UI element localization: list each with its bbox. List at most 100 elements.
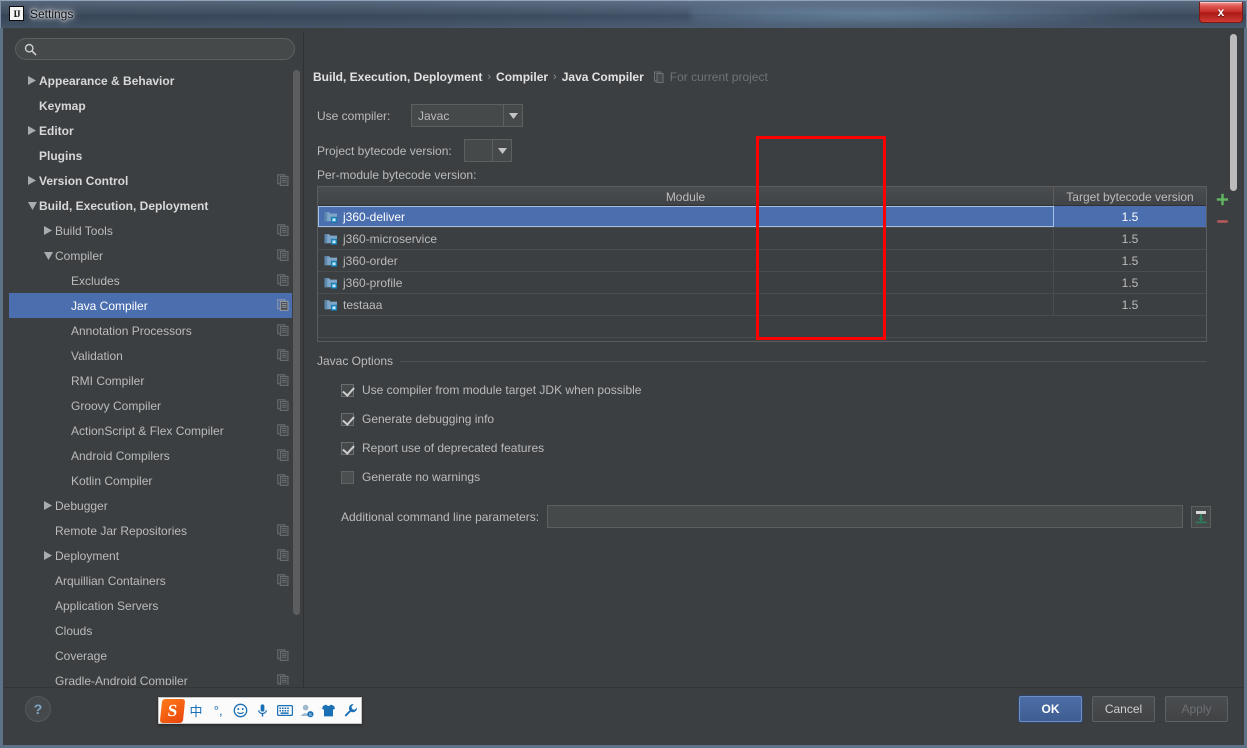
sidebar-item-plugins[interactable]: Plugins <box>9 143 301 168</box>
sidebar-item-version-control[interactable]: Version Control <box>9 168 301 193</box>
chevron-down-icon[interactable] <box>25 199 39 213</box>
chevron-down-icon[interactable] <box>41 249 55 263</box>
intellij-logo-icon: IJ <box>9 6 24 21</box>
sidebar-item-application-servers[interactable]: Application Servers <box>9 593 301 618</box>
aero-glow <box>691 3 1161 27</box>
sidebar-item-android-compilers[interactable]: Android Compilers <box>9 443 301 468</box>
cell-module[interactable]: testaaa <box>318 294 1054 315</box>
sidebar-item-coverage[interactable]: Coverage <box>9 643 301 668</box>
chevron-right-icon[interactable] <box>41 549 55 563</box>
checkbox-row[interactable]: Report use of deprecated features <box>341 441 544 455</box>
sidebar-scrollbar-thumb[interactable] <box>293 70 300 615</box>
table-row[interactable]: j360-profile 1.5 <box>318 272 1206 294</box>
project-config-icon <box>277 424 289 436</box>
sidebar-item-actionscript-flex-compiler[interactable]: ActionScript & Flex Compiler <box>9 418 301 443</box>
cell-module[interactable]: j360-order <box>318 250 1054 271</box>
use-compiler-select[interactable]: Javac <box>411 104 523 127</box>
help-button[interactable]: ? <box>25 696 51 722</box>
chevron-right-icon[interactable] <box>25 74 39 88</box>
project-config-icon <box>277 474 289 486</box>
cell-module[interactable]: j360-profile <box>318 272 1054 293</box>
skin-icon[interactable] <box>319 700 339 721</box>
sidebar-item-groovy-compiler[interactable]: Groovy Compiler <box>9 393 301 418</box>
checkbox-row[interactable]: Generate debugging info <box>341 412 494 426</box>
sidebar-item-build-tools[interactable]: Build Tools <box>9 218 301 243</box>
sidebar-item-keymap[interactable]: Keymap <box>9 93 301 118</box>
sidebar-item-java-compiler[interactable]: Java Compiler <box>9 293 301 318</box>
sidebar-item-arquillian-containers[interactable]: Arquillian Containers <box>9 568 301 593</box>
apply-button: Apply <box>1165 696 1228 722</box>
insert-macro-button[interactable] <box>1191 505 1212 528</box>
panel-scrollbar[interactable] <box>1228 32 1238 687</box>
sogou-logo-icon[interactable]: S <box>159 698 186 723</box>
breadcrumb-segment-2[interactable]: Compiler <box>496 70 548 84</box>
ime-toolbar[interactable]: S 中 °, S <box>158 697 362 724</box>
checkbox-row[interactable]: Generate no warnings <box>341 470 480 484</box>
checkbox-row[interactable]: Use compiler from module target JDK when… <box>341 383 641 397</box>
sidebar-item-kotlin-compiler[interactable]: Kotlin Compiler <box>9 468 301 493</box>
sidebar-item-deployment[interactable]: Deployment <box>9 543 301 568</box>
chevron-right-icon[interactable] <box>41 224 55 238</box>
chevron-right-icon[interactable] <box>25 174 39 188</box>
table-row[interactable]: testaaa 1.5 <box>318 294 1206 316</box>
ok-button[interactable]: OK <box>1019 696 1082 722</box>
search-input[interactable] <box>37 42 294 56</box>
module-icon <box>324 232 338 246</box>
column-header-target-bytecode[interactable]: Target bytecode version <box>1054 187 1206 206</box>
sidebar-item-appearance-behavior[interactable]: Appearance & Behavior <box>9 68 301 93</box>
sidebar-scrollbar[interactable] <box>292 68 301 685</box>
sidebar-item-build-execution-deployment[interactable]: Build, Execution, Deployment <box>9 193 301 218</box>
sidebar-splitter[interactable] <box>303 32 304 687</box>
chevron-down-icon[interactable] <box>492 140 511 161</box>
cell-target-bytecode[interactable]: 1.5 <box>1054 250 1206 271</box>
project-bytecode-select[interactable] <box>464 139 512 162</box>
cancel-button[interactable]: Cancel <box>1092 696 1155 722</box>
sidebar-item-annotation-processors[interactable]: Annotation Processors <box>9 318 301 343</box>
checkbox-unchecked-icon[interactable] <box>341 470 354 484</box>
javac-options-title: Javac Options <box>317 354 394 368</box>
breadcrumb-segment-3[interactable]: Java Compiler <box>562 70 644 84</box>
user-icon[interactable]: S <box>297 700 317 721</box>
wrench-icon[interactable] <box>341 700 361 721</box>
cell-target-bytecode[interactable]: 1.5 <box>1054 272 1206 293</box>
chevron-right-icon[interactable] <box>41 499 55 513</box>
cell-module[interactable]: j360-microservice <box>318 228 1054 249</box>
breadcrumb-segment-1[interactable]: Build, Execution, Deployment <box>313 70 482 84</box>
additional-params-input[interactable] <box>547 505 1184 528</box>
table-row[interactable]: j360-order 1.5 <box>318 250 1206 272</box>
sidebar-item-compiler[interactable]: Compiler <box>9 243 301 268</box>
panel-scrollbar-thumb[interactable] <box>1230 34 1237 191</box>
sidebar-item-clouds[interactable]: Clouds <box>9 618 301 643</box>
sidebar-item-rmi-compiler[interactable]: RMI Compiler <box>9 368 301 393</box>
sidebar-item-remote-jar-repositories[interactable]: Remote Jar Repositories <box>9 518 301 543</box>
punctuation-mode-icon[interactable]: °, <box>208 700 228 721</box>
settings-content: Appearance & Behavior Keymap Editor Plugins… <box>3 28 1244 745</box>
close-icon[interactable]: x <box>1199 2 1243 23</box>
title-bar[interactable]: IJ Settings x <box>0 0 1247 28</box>
keyboard-icon[interactable] <box>275 700 295 721</box>
smiley-icon[interactable] <box>230 700 250 721</box>
cell-module[interactable]: j360-deliver <box>318 206 1054 227</box>
sidebar-item-gradle-android-compiler[interactable]: Gradle-Android Compiler <box>9 668 301 685</box>
sidebar-item-editor[interactable]: Editor <box>9 118 301 143</box>
sidebar-item-validation[interactable]: Validation <box>9 343 301 368</box>
checkbox-checked-icon[interactable] <box>341 412 354 426</box>
checkbox-checked-icon[interactable] <box>341 441 354 455</box>
sidebar-item-excludes[interactable]: Excludes <box>9 268 301 293</box>
microphone-icon[interactable] <box>252 700 272 721</box>
table-row[interactable]: j360-deliver 1.5 <box>318 206 1206 228</box>
module-icon <box>324 298 338 312</box>
column-header-module[interactable]: Module <box>318 187 1054 206</box>
chevron-down-icon[interactable] <box>503 105 522 126</box>
search-box[interactable] <box>15 38 295 60</box>
checkbox-checked-icon[interactable] <box>341 383 354 397</box>
table-row[interactable]: j360-microservice 1.5 <box>318 228 1206 250</box>
cell-target-bytecode[interactable]: 1.5 <box>1054 228 1206 249</box>
cell-target-bytecode[interactable]: 1.5 <box>1054 206 1206 227</box>
chinese-mode-icon[interactable]: 中 <box>186 700 206 721</box>
chevron-right-icon[interactable] <box>25 124 39 138</box>
cell-target-bytecode[interactable]: 1.5 <box>1054 294 1206 315</box>
project-config-icon <box>277 224 289 236</box>
sidebar-item-debugger[interactable]: Debugger <box>9 493 301 518</box>
